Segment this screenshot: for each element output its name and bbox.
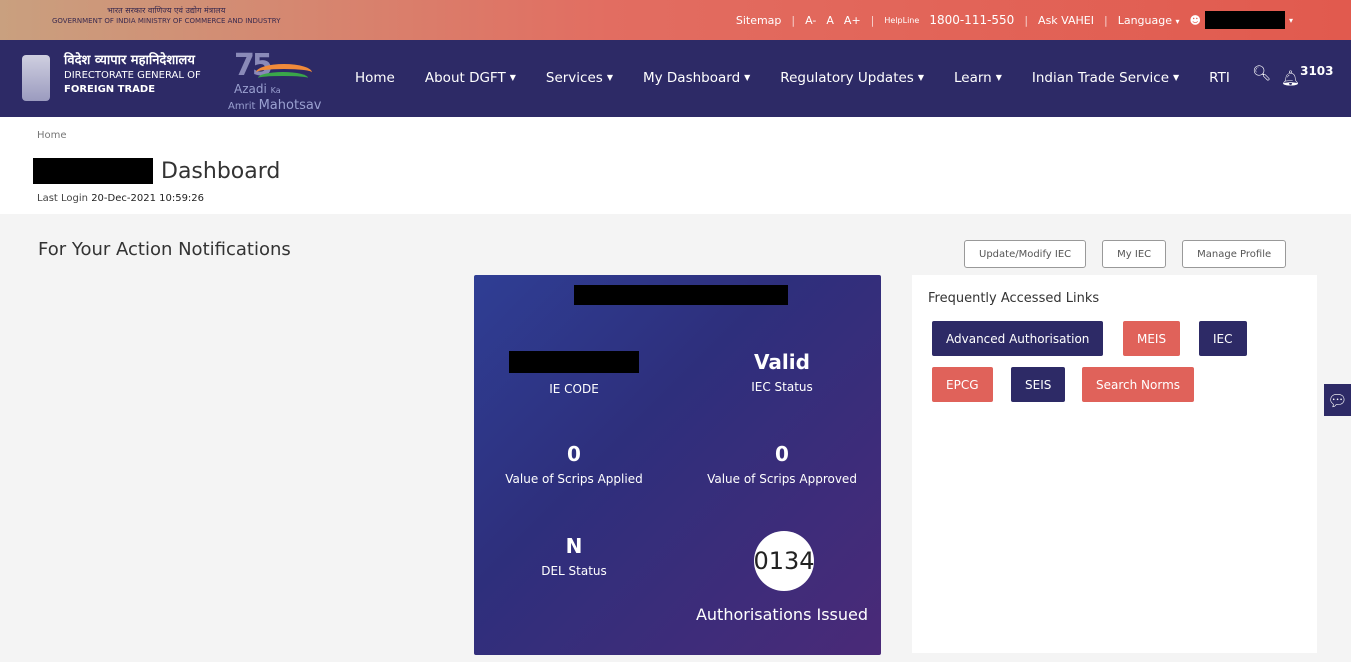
nav-item-about-dgft[interactable]: About DGFT ▼ [425,70,516,86]
redacted-username [1204,11,1285,29]
scrips-applied-label: Value of Scrips Applied [505,472,643,486]
my-iec-button[interactable]: My IEC [1102,240,1167,268]
government-header: भारत सरकार वाणिज्य एवं उद्योग मंत्रालय G… [52,6,280,26]
nav-item-regulatory-updates[interactable]: Regulatory Updates ▼ [780,70,924,86]
scrips-applied-value: 0 [567,442,581,466]
separator: | [870,13,875,27]
ie-code-label: IE CODE [549,382,599,396]
iec-summary-card: IE CODE Valid IEC Status 0 Value of Scri… [474,275,881,655]
authorisations-count[interactable]: 0134 [754,531,814,591]
font-normal-button[interactable]: A [826,14,834,27]
chat-icon[interactable]: 💬︎ [1324,384,1351,416]
nav-item-rti[interactable]: RTI [1209,70,1230,86]
helpline-number[interactable]: 1800-111-550 [929,13,1014,27]
main-navigation: विदेश व्यापार महानिदेशालय DIRECTORATE GE… [0,40,1351,117]
language-label: Language [1117,13,1172,27]
org-name-line2: FOREIGN TRADE [64,84,156,95]
separator: | [1103,13,1108,27]
amrit-mahotsav-text: Amrit Mahotsav [228,98,322,113]
meis-link[interactable]: MEIS [1123,321,1181,356]
nav-item-indian-trade-service[interactable]: Indian Trade Service ▼ [1032,70,1179,86]
advanced-authorisation-link[interactable]: Advanced Authorisation [932,321,1104,356]
chevron-down-icon: ▾ [1288,15,1293,25]
nav-icons: 🔍︎ 🔔︎3103 [1252,64,1334,87]
azadi-text: Azadi Ka [234,82,281,96]
chevron-down-icon: ▾ [1175,16,1180,26]
nav-menu: Home About DGFT ▼ Services ▼ My Dashboard ▼… [355,70,1260,86]
scrips-approved-label: Value of Scrips Approved [707,472,857,486]
update-modify-iec-button[interactable]: Update/Modify IEC [964,240,1087,268]
search-icon[interactable]: 🔍︎ [1252,64,1271,82]
scrips-approved-cell: 0 Value of Scrips Approved [682,441,882,487]
redacted-ie-code [509,351,639,373]
user-menu[interactable]: ☻ ▾ [1190,11,1293,29]
ie-code-cell: IE CODE [474,351,674,397]
gov-hindi-text: भारत सरकार वाणिज्य एवं उद्योग मंत्रालय [107,6,226,15]
nav-item-services[interactable]: Services ▼ [546,70,613,86]
redacted-company-name [574,285,788,305]
bell-icon: 🔔︎ [1281,69,1301,87]
azadi-ka-amrit-mahotsav-logo: 75 Azadi Ka Amrit Mahotsav [228,48,332,113]
last-login: Last Login 20-Dec-2021 10:59:26 [37,193,205,204]
frequently-accessed-links: Frequently Accessed Links Advanced Autho… [912,275,1317,653]
notification-bell[interactable]: 🔔︎3103 [1281,64,1333,87]
user-icon: ☻ [1189,13,1201,27]
separator: | [1024,13,1029,27]
separator: | [791,13,796,27]
authorisations-label: Authorisations Issued [695,605,869,624]
font-increase-button[interactable]: A+ [844,14,861,27]
redacted-name [33,158,153,184]
iec-status-cell: Valid IEC Status [682,349,882,395]
caret-down-icon: ▼ [917,73,924,82]
dgft-logo[interactable]: विदेश व्यापार महानिदेशालय DIRECTORATE GE… [64,52,201,96]
caret-down-icon: ▼ [995,73,1002,82]
caret-down-icon: ▼ [606,73,613,82]
breadcrumb-home[interactable]: Home [37,130,67,141]
notifications-title: For Your Action Notifications [38,239,291,260]
epcg-link[interactable]: EPCG [932,367,993,402]
org-name-line1: DIRECTORATE GENERAL OF [64,70,201,81]
caret-down-icon: ▼ [509,73,516,82]
page-title-row: Dashboard [33,158,280,184]
del-status-label: DEL Status [541,564,607,578]
org-name-hindi: विदेश व्यापार महानिदेशालय [64,53,195,68]
last-login-value: 20-Dec-2021 10:59:26 [91,193,205,204]
nav-item-my-dashboard[interactable]: My Dashboard ▼ [643,70,750,86]
notification-count: 3103 [1300,64,1334,78]
del-status-value: N [565,534,583,558]
sitemap-link[interactable]: Sitemap [736,14,782,27]
font-decrease-button[interactable]: A- [805,14,816,27]
manage-profile-button[interactable]: Manage Profile [1182,240,1287,268]
helpline-label: HelpLine [884,15,920,25]
ask-vahei-link[interactable]: Ask VAHEI [1038,14,1094,27]
links-title: Frequently Accessed Links [928,291,1100,306]
seis-link[interactable]: SEIS [1011,367,1066,402]
top-utility-bar: भारत सरकार वाणिज्य एवं उद्योग मंत्रालय G… [0,0,1351,40]
scrips-approved-value: 0 [775,442,789,466]
nav-item-learn[interactable]: Learn ▼ [954,70,1002,86]
gov-english-text: GOVERNMENT OF INDIA MINISTRY OF COMMERCE… [52,17,281,25]
nav-item-home[interactable]: Home [355,70,395,86]
caret-down-icon: ▼ [744,73,751,82]
del-status-cell: N DEL Status [474,533,674,579]
iec-status-value: Valid [754,350,810,374]
breadcrumb: Home [37,130,67,141]
caret-down-icon: ▼ [1173,73,1180,82]
utility-links: Sitemap | A- A A+ | HelpLine 1800-111-55… [736,11,1293,29]
iec-link[interactable]: IEC [1199,321,1247,356]
scrips-applied-cell: 0 Value of Scrips Applied [474,441,674,487]
national-emblem-icon [22,55,50,101]
profile-actions: Update/Modify IEC My IEC Manage Profile [964,240,1287,268]
language-dropdown[interactable]: Language ▾ [1118,14,1180,27]
page-title: Dashboard [161,158,281,184]
iec-status-label: IEC Status [751,380,813,394]
search-norms-link[interactable]: Search Norms [1082,367,1195,402]
